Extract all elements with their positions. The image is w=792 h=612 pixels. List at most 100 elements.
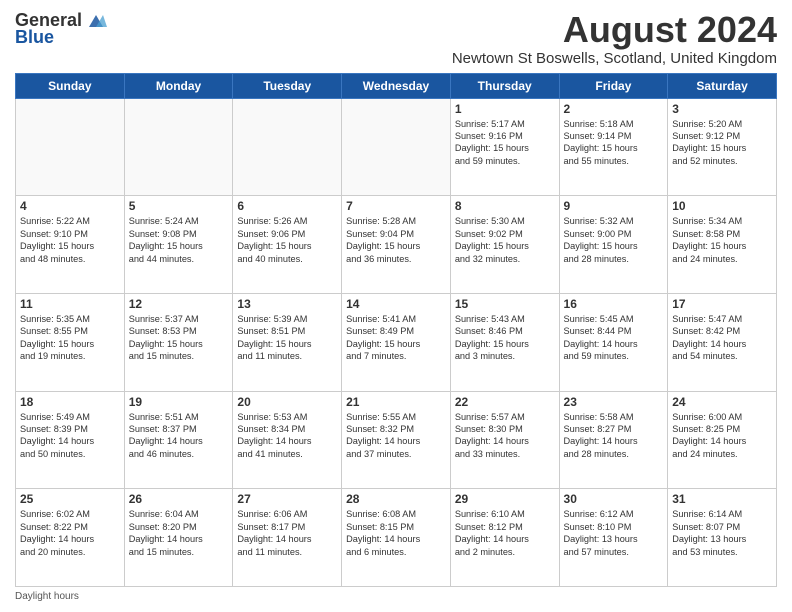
day-info: Sunrise: 6:02 AM Sunset: 8:22 PM Dayligh… — [20, 508, 120, 558]
day-info: Sunrise: 5:30 AM Sunset: 9:02 PM Dayligh… — [455, 215, 555, 265]
day-number: 29 — [455, 492, 555, 506]
day-info: Sunrise: 5:35 AM Sunset: 8:55 PM Dayligh… — [20, 313, 120, 363]
day-info: Sunrise: 5:28 AM Sunset: 9:04 PM Dayligh… — [346, 215, 446, 265]
day-number: 28 — [346, 492, 446, 506]
day-number: 18 — [20, 395, 120, 409]
day-info: Sunrise: 5:58 AM Sunset: 8:27 PM Dayligh… — [564, 411, 664, 461]
calendar-cell: 21Sunrise: 5:55 AM Sunset: 8:32 PM Dayli… — [342, 391, 451, 489]
day-info: Sunrise: 5:57 AM Sunset: 8:30 PM Dayligh… — [455, 411, 555, 461]
day-info: Sunrise: 5:24 AM Sunset: 9:08 PM Dayligh… — [129, 215, 229, 265]
calendar-cell — [342, 98, 451, 196]
calendar-cell: 13 Sunrise: 5:39 AM Sunset: 8:51 PM Dayli… — [233, 293, 342, 391]
calendar-cell: 26 Sunrise: 6:04 AM Sunset: 8:20 PM Dayli… — [124, 489, 233, 587]
month-year-title: August 2024 — [452, 10, 777, 50]
day-info: Sunrise: 5:18 AM Sunset: 9:14 PM Dayligh… — [564, 118, 664, 168]
day-info: Sunrise: 5:17 AM Sunset: 9:16 PM Dayligh… — [455, 118, 555, 168]
calendar-cell: 17 Sunrise: 5:47 AM Sunset: 8:42 PM Dayli… — [668, 293, 777, 391]
calendar-cell: 3 Sunrise: 5:20 AM Sunset: 9:12 PM Daylig… — [668, 98, 777, 196]
logo: General Blue — [15, 10, 107, 48]
calendar-cell: 11 Sunrise: 5:35 AM Sunset: 8:55 PM Dayli… — [16, 293, 125, 391]
calendar-cell: 7 Sunrise: 5:28 AM Sunset: 9:04 PM Daylig… — [342, 196, 451, 294]
day-info: Sunrise: 5:45 AM Sunset: 8:44 PM Dayligh… — [564, 313, 664, 363]
day-header-thursday: Thursday — [450, 73, 559, 98]
day-info: Sunrise: 6:08 AM Sunset: 8:15 PM Dayligh… — [346, 508, 446, 558]
calendar-week-row: 25 Sunrise: 6:02 AM Sunset: 8:22 PM Dayli… — [16, 489, 777, 587]
day-info: Sunrise: 5:20 AM Sunset: 9:12 PM Dayligh… — [672, 118, 772, 168]
calendar-cell: 9Sunrise: 5:32 AM Sunset: 9:00 PM Daylig… — [559, 196, 668, 294]
day-info: Sunrise: 6:04 AM Sunset: 8:20 PM Dayligh… — [129, 508, 229, 558]
day-number: 14 — [346, 297, 446, 311]
calendar-cell: 5 Sunrise: 5:24 AM Sunset: 9:08 PM Daylig… — [124, 196, 233, 294]
day-header-sunday: Sunday — [16, 73, 125, 98]
day-number: 5 — [129, 199, 229, 213]
calendar-cell: 4 Sunrise: 5:22 AM Sunset: 9:10 PM Daylig… — [16, 196, 125, 294]
day-info: Sunrise: 5:41 AM Sunset: 8:49 PM Dayligh… — [346, 313, 446, 363]
calendar-week-row: 18 Sunrise: 5:49 AM Sunset: 8:39 PM Dayli… — [16, 391, 777, 489]
day-header-friday: Friday — [559, 73, 668, 98]
day-number: 31 — [672, 492, 772, 506]
day-number: 21 — [346, 395, 446, 409]
day-number: 16 — [564, 297, 664, 311]
calendar-cell: 23Sunrise: 5:58 AM Sunset: 8:27 PM Dayli… — [559, 391, 668, 489]
day-number: 30 — [564, 492, 664, 506]
calendar-cell: 12Sunrise: 5:37 AM Sunset: 8:53 PM Dayli… — [124, 293, 233, 391]
day-number: 17 — [672, 297, 772, 311]
calendar-table: SundayMondayTuesdayWednesdayThursdayFrid… — [15, 73, 777, 587]
calendar-cell: 14 Sunrise: 5:41 AM Sunset: 8:49 PM Dayli… — [342, 293, 451, 391]
calendar-cell: 28 Sunrise: 6:08 AM Sunset: 8:15 PM Dayli… — [342, 489, 451, 587]
day-number: 26 — [129, 492, 229, 506]
header: General Blue August 2024 Newtown St Bosw… — [15, 10, 777, 67]
calendar-cell: 6 Sunrise: 5:26 AM Sunset: 9:06 PM Daylig… — [233, 196, 342, 294]
day-number: 13 — [237, 297, 337, 311]
day-number: 6 — [237, 199, 337, 213]
calendar-cell: 1Sunrise: 5:17 AM Sunset: 9:16 PM Daylig… — [450, 98, 559, 196]
day-info: Sunrise: 5:39 AM Sunset: 8:51 PM Dayligh… — [237, 313, 337, 363]
calendar-week-row: 1Sunrise: 5:17 AM Sunset: 9:16 PM Daylig… — [16, 98, 777, 196]
calendar-cell: 22 Sunrise: 5:57 AM Sunset: 8:30 PM Dayli… — [450, 391, 559, 489]
day-number: 15 — [455, 297, 555, 311]
calendar-week-row: 11 Sunrise: 5:35 AM Sunset: 8:55 PM Dayli… — [16, 293, 777, 391]
day-number: 19 — [129, 395, 229, 409]
calendar-cell: 18 Sunrise: 5:49 AM Sunset: 8:39 PM Dayli… — [16, 391, 125, 489]
calendar-cell: 16 Sunrise: 5:45 AM Sunset: 8:44 PM Dayli… — [559, 293, 668, 391]
day-number: 2 — [564, 102, 664, 116]
day-info: Sunrise: 5:49 AM Sunset: 8:39 PM Dayligh… — [20, 411, 120, 461]
footer: Daylight hours — [15, 591, 777, 602]
day-number: 25 — [20, 492, 120, 506]
day-number: 20 — [237, 395, 337, 409]
day-info: Sunrise: 5:47 AM Sunset: 8:42 PM Dayligh… — [672, 313, 772, 363]
day-info: Sunrise: 5:34 AM Sunset: 8:58 PM Dayligh… — [672, 215, 772, 265]
calendar-cell: 27Sunrise: 6:06 AM Sunset: 8:17 PM Dayli… — [233, 489, 342, 587]
day-header-wednesday: Wednesday — [342, 73, 451, 98]
calendar-cell: 10 Sunrise: 5:34 AM Sunset: 8:58 PM Dayli… — [668, 196, 777, 294]
day-number: 22 — [455, 395, 555, 409]
location-subtitle: Newtown St Boswells, Scotland, United Ki… — [452, 50, 777, 67]
calendar-cell: 29 Sunrise: 6:10 AM Sunset: 8:12 PM Dayli… — [450, 489, 559, 587]
daylight-label: Daylight hours — [15, 591, 79, 602]
calendar-cell: 19 Sunrise: 5:51 AM Sunset: 8:37 PM Dayli… — [124, 391, 233, 489]
day-number: 10 — [672, 199, 772, 213]
day-number: 11 — [20, 297, 120, 311]
day-number: 7 — [346, 199, 446, 213]
day-header-saturday: Saturday — [668, 73, 777, 98]
day-number: 4 — [20, 199, 120, 213]
day-info: Sunrise: 6:14 AM Sunset: 8:07 PM Dayligh… — [672, 508, 772, 558]
day-info: Sunrise: 6:12 AM Sunset: 8:10 PM Dayligh… — [564, 508, 664, 558]
day-info: Sunrise: 5:51 AM Sunset: 8:37 PM Dayligh… — [129, 411, 229, 461]
day-number: 12 — [129, 297, 229, 311]
calendar-cell — [16, 98, 125, 196]
day-info: Sunrise: 5:22 AM Sunset: 9:10 PM Dayligh… — [20, 215, 120, 265]
logo-icon — [85, 13, 107, 31]
page: General Blue August 2024 Newtown St Bosw… — [0, 0, 792, 612]
day-info: Sunrise: 6:00 AM Sunset: 8:25 PM Dayligh… — [672, 411, 772, 461]
day-info: Sunrise: 5:26 AM Sunset: 9:06 PM Dayligh… — [237, 215, 337, 265]
title-section: August 2024 Newtown St Boswells, Scotlan… — [452, 10, 777, 67]
calendar-cell: 2 Sunrise: 5:18 AM Sunset: 9:14 PM Daylig… — [559, 98, 668, 196]
calendar-cell: 8Sunrise: 5:30 AM Sunset: 9:02 PM Daylig… — [450, 196, 559, 294]
day-number: 3 — [672, 102, 772, 116]
day-info: Sunrise: 6:10 AM Sunset: 8:12 PM Dayligh… — [455, 508, 555, 558]
calendar-cell: 31 Sunrise: 6:14 AM Sunset: 8:07 PM Dayli… — [668, 489, 777, 587]
calendar-cell: 30 Sunrise: 6:12 AM Sunset: 8:10 PM Dayli… — [559, 489, 668, 587]
day-number: 9 — [564, 199, 664, 213]
calendar-header-row: SundayMondayTuesdayWednesdayThursdayFrid… — [16, 73, 777, 98]
